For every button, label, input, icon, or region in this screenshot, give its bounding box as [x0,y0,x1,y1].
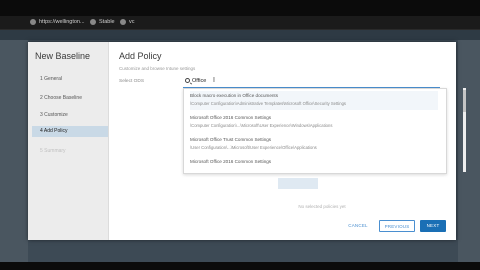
search-results-list[interactable]: Block macro execution in Office document… [183,88,447,174]
taskbar [0,262,480,270]
site-icon [120,18,126,25]
next-button[interactable]: NEXT [420,220,446,232]
policy-search-input[interactable] [192,76,392,86]
result-path: \Computer Configuration\...\Microsoft\Us… [190,123,333,128]
app-right-panel [458,40,480,262]
previous-button[interactable]: PREVIOUS [379,220,415,232]
wizard-title: New Baseline [35,51,91,61]
list-item[interactable]: Microsoft Office 2016 Common Settings [190,157,438,173]
search-icon [185,78,190,83]
tab-label: vc [129,19,135,25]
panel-title: Add Policy [119,51,162,61]
browser-title-bar [0,0,480,16]
browser-tab-1[interactable]: https://wellington... [30,17,85,28]
wizard-steps-panel: New Baseline 1 General 2 Choose Baseline… [28,42,109,240]
site-icon [30,18,36,25]
result-title: Microsoft Office Trust Common Settings [190,137,272,142]
site-icon [90,18,96,25]
step-general[interactable]: 1 General [32,74,108,85]
scrollbar-thumb[interactable] [463,90,466,112]
tab-label: https://wellington... [39,19,85,25]
panel-subtitle: Customize and browse Intune settings [119,66,196,71]
policy-placeholder [278,178,318,189]
new-baseline-dialog: New Baseline 1 General 2 Choose Baseline… [28,42,466,240]
list-item[interactable]: Microsoft Office 2016 Common Settings \C… [190,113,438,132]
app-left-panel [0,40,28,262]
browser-tab-strip: https://wellington... Stable vc [0,16,480,30]
result-title: Microsoft Office 2016 Common Settings [190,115,272,120]
result-path: \User Configuration\...\Microsoft\User E… [190,145,317,150]
result-title: Microsoft Office 2016 Common Settings [190,159,272,164]
policy-search-field[interactable]: I [183,76,440,88]
tab-label: Stable [99,19,115,25]
results-scrollbar[interactable] [463,88,466,172]
browser-tab-3[interactable]: vc [120,17,135,28]
step-choose-baseline[interactable]: 2 Choose Baseline [32,93,108,104]
step-summary: 5 Summary [40,148,66,154]
app-header [0,30,480,40]
list-item[interactable]: Block macro execution in Office document… [190,91,438,110]
step-add-policy[interactable]: 4 Add Policy [32,126,108,137]
cancel-button[interactable]: CANCEL [344,220,372,232]
select-label: Select ODS [119,79,145,84]
step-customize[interactable]: 3 Customize [32,110,108,121]
result-path: \Computer Configuration\Administrative T… [190,101,347,106]
list-item[interactable]: Microsoft Office Trust Common Settings \… [190,135,438,154]
add-policy-panel: Add Policy Customize and browse Intune s… [108,42,466,240]
empty-state-text: No selected policies yet [298,204,346,209]
browser-tab-2[interactable]: Stable [90,17,115,28]
text-cursor-icon: I [213,77,215,84]
result-title: Block macro execution in Office document… [190,93,279,98]
